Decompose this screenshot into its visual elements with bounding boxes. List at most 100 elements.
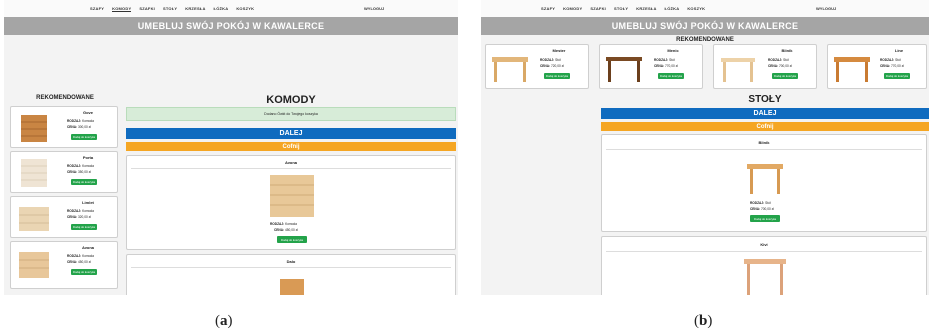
recommended-price: CENA: 450,00 zł (67, 260, 91, 264)
back-button[interactable]: Cofnij (601, 122, 929, 131)
card-divider (131, 168, 451, 169)
table-image (744, 259, 786, 295)
recommended-card: Line RODZAJ: Stół CENA: 770,00 zł Dodaj … (827, 44, 927, 89)
recommended-price: CENA: 770,00 zł (880, 64, 904, 68)
dresser-image (280, 279, 304, 295)
add-to-cart-button[interactable]: Dodaj do koszyka (277, 236, 307, 243)
add-to-cart-button[interactable]: Dodaj do koszyka (71, 269, 97, 275)
nav-link-koszyk[interactable]: KOSZYK (687, 6, 705, 11)
recommended-price: CENA: 770,00 zł (654, 64, 678, 68)
table-image (721, 58, 755, 82)
recommended-card: Blinik RODZAJ: Stół CENA: 700,00 zł Doda… (713, 44, 817, 89)
figure-caption-b: (b) (694, 313, 713, 329)
figure-caption-a: (a) (215, 313, 233, 329)
recommended-price: CENA: 300,00 zł (67, 125, 91, 129)
product-type: RODZAJ: Komoda (270, 222, 297, 226)
nav-link-szafy[interactable]: SZAFY (90, 6, 104, 11)
product-name: Kivi (760, 242, 768, 247)
product-type: RODZAJ: Stół (750, 201, 771, 205)
product-name: Blinik (758, 140, 770, 145)
add-to-cart-button[interactable]: Dodaj do koszyka (772, 73, 798, 79)
add-to-cart-button[interactable]: Dodaj do koszyka (544, 73, 570, 79)
logout-link[interactable]: WYLOGUJ (364, 6, 384, 11)
recommended-type: RODZAJ: Komoda (67, 119, 94, 123)
add-to-cart-button[interactable]: Dodaj do koszyka (71, 224, 97, 230)
recommended-name: Limlet (82, 200, 94, 205)
recommended-type: RODZAJ: Stół (654, 58, 675, 62)
table-image (606, 57, 642, 82)
recommended-name: Avona (81, 245, 95, 250)
recommended-type: RODZAJ: Stół (880, 58, 901, 62)
add-to-cart-button[interactable]: Dodaj do koszyka (884, 73, 910, 79)
nav-link-szafki[interactable]: SZAFKI (590, 6, 606, 11)
product-card: Dalo (126, 254, 456, 295)
nav-link-koszyk[interactable]: KOSZYK (236, 6, 254, 11)
page-banner: UMEBLUJ SWÓJ POKÓJ W KAWALERCE (4, 17, 458, 35)
screenshot-panel-a: SZAFY KOMODY SZAFKI STOŁY KRZESŁA ŁÓŻKA … (4, 0, 458, 295)
product-card: Kivi (601, 236, 927, 295)
recommended-price: CENA: 700,00 zł (768, 64, 792, 68)
table-image (492, 57, 528, 82)
recommended-name: Line (894, 48, 904, 53)
product-name: Dalo (286, 259, 296, 264)
recommended-name: Mester (552, 48, 566, 53)
dresser-image (19, 207, 49, 231)
recommended-card: Mester RODZAJ: Stół CENA: 720,00 zł Doda… (485, 44, 589, 89)
recommended-card: Limlet RODZAJ: Komoda CENA: 320,00 zł Do… (10, 196, 118, 238)
card-divider (606, 149, 922, 150)
nav-link-stoly[interactable]: STOŁY (163, 6, 177, 11)
top-nav: SZAFY KOMODY SZAFKI STOŁY KRZESŁA ŁÓŻKA … (481, 0, 929, 17)
nav-link-stoly[interactable]: STOŁY (614, 6, 628, 11)
recommended-type: RODZAJ: Komoda (67, 254, 94, 258)
dresser-image (21, 159, 47, 187)
nav-link-szafki[interactable]: SZAFKI (139, 6, 155, 11)
product-name: Avona (284, 160, 298, 165)
recommended-card: Porta RODZAJ: Komoda CENA: 350,00 zł Dod… (10, 151, 118, 193)
logout-link[interactable]: WYLOGUJ (816, 6, 836, 11)
add-to-cart-button[interactable]: Dodaj do koszyka (71, 134, 97, 140)
add-to-cart-button[interactable]: Dodaj do koszyka (658, 73, 684, 79)
recommended-name: Menic (667, 48, 679, 53)
add-to-cart-button[interactable]: Dodaj do koszyka (71, 179, 97, 185)
recommended-price: CENA: 320,00 zł (67, 215, 91, 219)
sidebar-title: REKOMENDOWANE (36, 95, 94, 101)
recommended-type: RODZAJ: Komoda (67, 209, 94, 213)
recommended-type: RODZAJ: Komoda (67, 164, 94, 168)
dresser-image (19, 252, 49, 278)
nav-link-komody[interactable]: KOMODY (563, 6, 582, 11)
recommended-card: Menic RODZAJ: Stół CENA: 770,00 zł Dodaj… (599, 44, 703, 89)
add-to-cart-button[interactable]: Dodaj do koszyka (750, 215, 780, 222)
page-title: KOMODY (266, 94, 316, 106)
recommended-type: RODZAJ: Stół (540, 58, 561, 62)
screenshot-panel-b: SZAFY KOMODY SZAFKI STOŁY KRZESŁA ŁÓŻKA … (481, 0, 929, 295)
product-price: CENA: 700,00 zł (750, 207, 774, 211)
recommended-type: RODZAJ: Stół (768, 58, 789, 62)
recommended-title: REKOMENDOWANE (676, 37, 734, 43)
product-card: Avona RODZAJ: Komoda CENA: 450,00 zł Dod… (126, 155, 456, 250)
recommended-name: Blinik (781, 48, 793, 53)
nav-link-krzesla[interactable]: KRZESŁA (185, 6, 205, 11)
nav-link-komody[interactable]: KOMODY (112, 6, 132, 12)
table-image (834, 57, 870, 82)
page-banner: UMEBLUJ SWÓJ POKÓJ W KAWALERCE (481, 17, 929, 35)
recommended-price: CENA: 720,00 zł (540, 64, 564, 68)
back-button[interactable]: Cofnij (126, 142, 456, 151)
recommended-price: CENA: 350,00 zł (67, 170, 91, 174)
nav-link-szafy[interactable]: SZAFY (541, 6, 555, 11)
next-button[interactable]: DALEJ (601, 108, 929, 119)
product-card: Blinik RODZAJ: Stół CENA: 700,00 zł Doda… (601, 134, 927, 232)
nav-link-lozka[interactable]: ŁÓŻKA (665, 6, 680, 11)
recommended-name: Gove (82, 110, 93, 115)
nav-link-lozka[interactable]: ŁÓŻKA (214, 6, 229, 11)
dresser-image (270, 175, 314, 217)
recommended-name: Porta (82, 155, 94, 160)
top-nav: SZAFY KOMODY SZAFKI STOŁY KRZESŁA ŁÓŻKA … (4, 0, 458, 17)
card-divider (131, 267, 451, 268)
recommended-card: Avona RODZAJ: Komoda CENA: 450,00 zł Dod… (10, 241, 118, 289)
dresser-image (21, 115, 47, 142)
card-divider (606, 251, 922, 252)
product-price: CENA: 450,00 zł (274, 228, 298, 232)
cart-info-alert: Dodano Ówkt do Twojego koszyka (126, 107, 456, 121)
nav-link-krzesla[interactable]: KRZESŁA (636, 6, 656, 11)
next-button[interactable]: DALEJ (126, 128, 456, 139)
